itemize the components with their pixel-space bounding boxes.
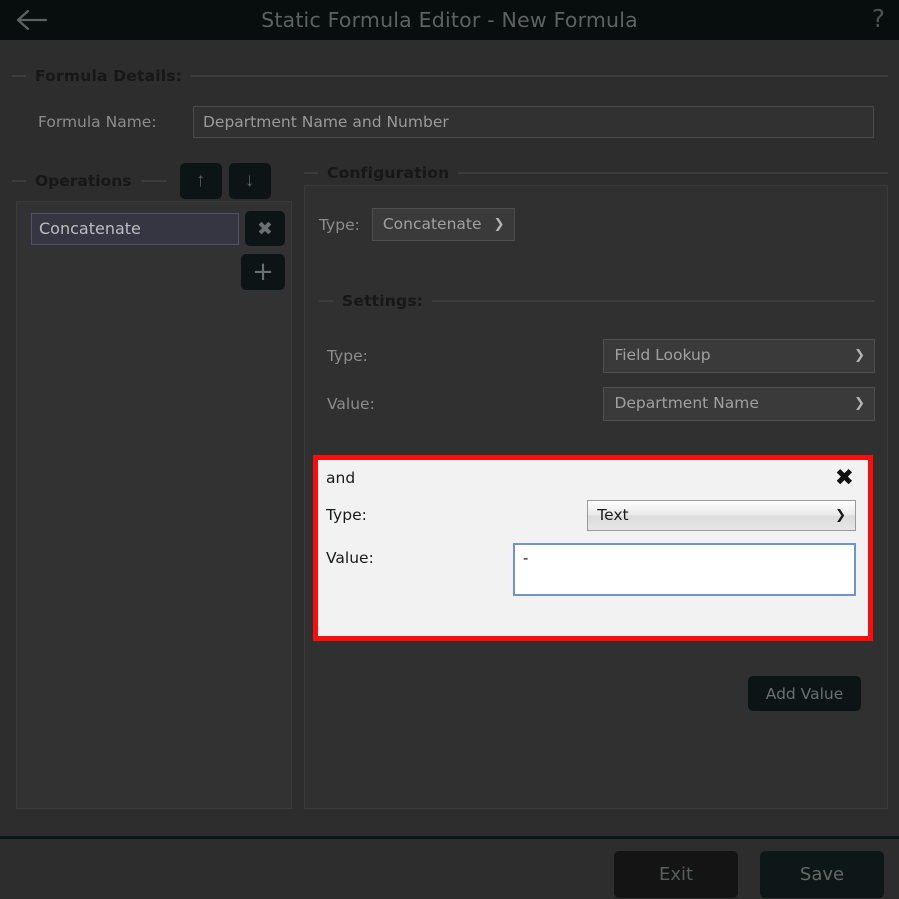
back-arrow-icon[interactable] bbox=[14, 8, 52, 32]
value-card-header: and ✖ bbox=[318, 460, 868, 490]
formula-details-title: Formula Details: bbox=[35, 67, 183, 85]
save-button[interactable]: Save bbox=[760, 851, 884, 898]
chevron-down-icon: ❯ bbox=[854, 396, 865, 411]
move-operation-up-button[interactable]: ↑ bbox=[179, 163, 222, 199]
add-operation-button[interactable]: + bbox=[241, 254, 285, 290]
value-card-type-row: Type: Text ❯ bbox=[318, 488, 868, 531]
operations-group: Operations ↑ ↓ Concatenate ✖ + bbox=[12, 163, 292, 809]
settings-type-row: Type: Field Lookup ❯ bbox=[319, 339, 875, 373]
add-value-button[interactable]: Add Value bbox=[748, 676, 861, 711]
static-formula-editor-window: Static Formula Editor - New Formula ? Fo… bbox=[0, 0, 899, 899]
remove-value-button[interactable]: ✖ bbox=[831, 467, 858, 490]
formula-name-row: Formula Name: bbox=[12, 106, 888, 138]
help-icon[interactable]: ? bbox=[872, 4, 885, 34]
chevron-down-icon: ❯ bbox=[835, 508, 846, 523]
settings-type-select[interactable]: Field Lookup ❯ bbox=[603, 339, 875, 373]
group-rule bbox=[140, 180, 167, 182]
settings-rows: Type: Field Lookup ❯ Value: Department N… bbox=[319, 311, 875, 421]
configuration-type-row: Type: Concatenate ❯ bbox=[305, 186, 887, 241]
group-dash bbox=[304, 172, 318, 174]
settings-value-row: Value: Department Name ❯ bbox=[319, 387, 875, 421]
formula-details-header: Formula Details: bbox=[12, 66, 888, 86]
operations-list: Concatenate ✖ + bbox=[16, 201, 292, 809]
value-card-type-select[interactable]: Text ❯ bbox=[587, 500, 856, 531]
remove-operation-button[interactable]: ✖ bbox=[245, 211, 285, 246]
operations-header: Operations ↑ ↓ bbox=[12, 163, 292, 199]
value-card-type-value: Text bbox=[597, 506, 629, 524]
title-bar: Static Formula Editor - New Formula ? bbox=[0, 0, 899, 40]
highlighted-value-card: and ✖ Type: Text ❯ Value: - bbox=[313, 455, 873, 641]
configuration-group: Configuration Type: Concatenate ❯ Settin… bbox=[304, 163, 888, 844]
group-dash bbox=[12, 180, 26, 182]
value-card-type-label: Type: bbox=[326, 506, 367, 524]
window-title: Static Formula Editor - New Formula bbox=[261, 8, 638, 32]
settings-type-label: Type: bbox=[327, 347, 368, 365]
operations-title: Operations bbox=[35, 172, 132, 190]
settings-title: Settings: bbox=[342, 292, 424, 310]
operations-reorder-buttons: ↑ ↓ bbox=[179, 163, 271, 199]
settings-value-label: Value: bbox=[327, 395, 375, 413]
move-operation-down-button[interactable]: ↓ bbox=[228, 163, 271, 199]
group-rule bbox=[191, 75, 888, 77]
settings-value-select[interactable]: Department Name ❯ bbox=[603, 387, 875, 421]
configuration-type-select[interactable]: Concatenate ❯ bbox=[371, 208, 515, 241]
footer-bar: Exit Save bbox=[0, 839, 899, 899]
settings-type-value: Field Lookup bbox=[614, 346, 711, 364]
value-card-value-label: Value: bbox=[326, 549, 374, 567]
formula-details-group: Formula Details: Formula Name: bbox=[12, 66, 888, 138]
formula-name-input[interactable] bbox=[193, 106, 874, 138]
settings-value-value: Department Name bbox=[614, 394, 759, 412]
value-card-conjunction-label: and bbox=[326, 469, 356, 487]
value-card-value-row: Value: - bbox=[318, 531, 868, 596]
exit-button[interactable]: Exit bbox=[614, 851, 738, 898]
group-rule bbox=[432, 300, 875, 302]
value-card-value-input[interactable]: - bbox=[512, 543, 856, 596]
settings-header: Settings: bbox=[319, 291, 875, 311]
list-item: Concatenate ✖ bbox=[17, 202, 291, 246]
configuration-title: Configuration bbox=[327, 164, 450, 182]
formula-name-label: Formula Name: bbox=[38, 113, 157, 131]
chevron-down-icon: ❯ bbox=[493, 217, 505, 232]
configuration-type-label: Type: bbox=[319, 215, 360, 234]
settings-group: Settings: Type: Field Lookup ❯ Value: De… bbox=[319, 291, 875, 421]
configuration-type-value: Concatenate bbox=[382, 215, 482, 233]
operation-item-concatenate[interactable]: Concatenate bbox=[31, 212, 239, 245]
chevron-down-icon: ❯ bbox=[854, 348, 865, 363]
group-dash bbox=[12, 75, 26, 77]
configuration-header: Configuration bbox=[304, 163, 888, 183]
group-rule bbox=[458, 172, 888, 174]
group-dash bbox=[319, 300, 333, 302]
